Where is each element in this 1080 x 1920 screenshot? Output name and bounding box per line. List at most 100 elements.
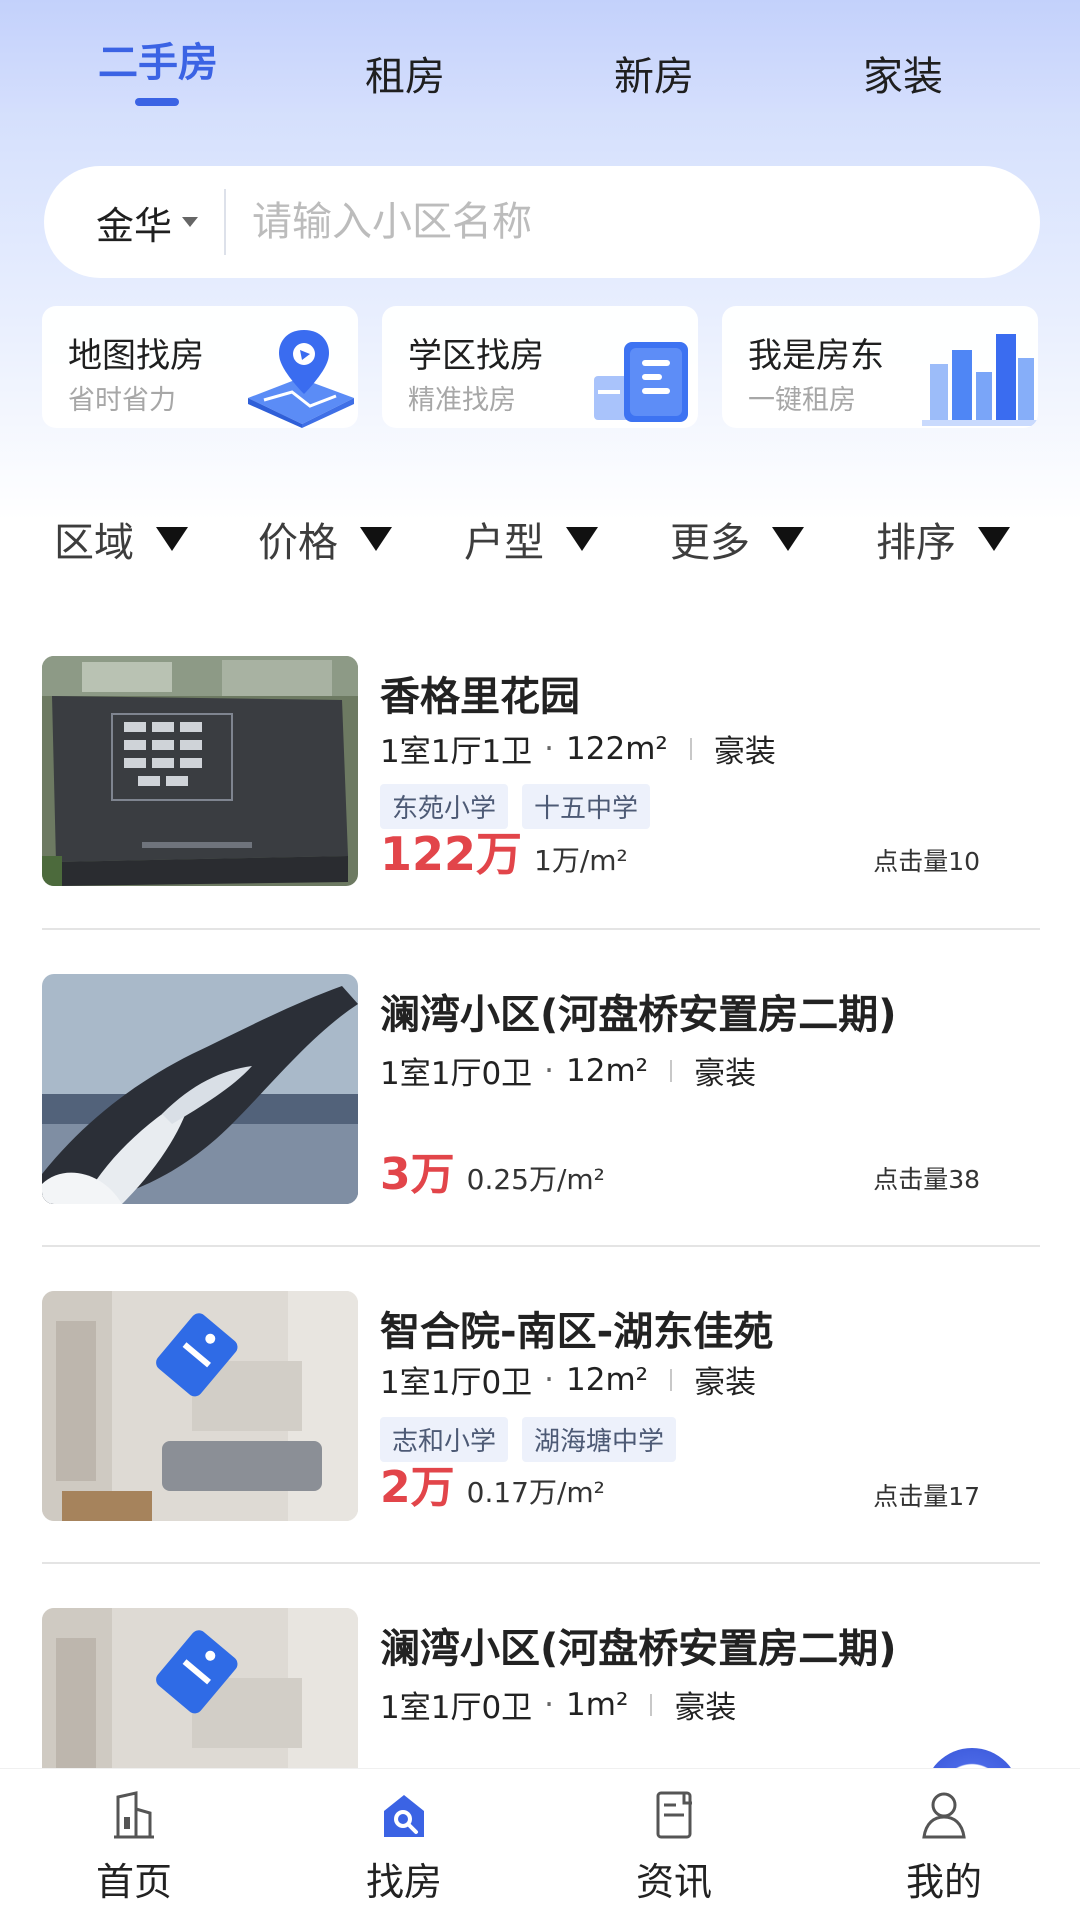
total-price: 2万 — [380, 1462, 455, 1513]
tab-rent[interactable]: 租房 — [305, 44, 505, 102]
filter-label: 区域 — [54, 520, 134, 566]
area: 12m² — [566, 1361, 649, 1398]
triangle-down-icon — [566, 527, 598, 551]
filter-label: 价格 — [258, 520, 338, 566]
listing-card[interactable]: 香格里花园 1室1厅1卫 · 122m² 豪装 东苑小学 十五中学 122万 1… — [42, 656, 1040, 886]
area: 12m² — [566, 1052, 649, 1089]
area: 122m² — [566, 730, 668, 767]
separator-dot: · — [544, 1686, 555, 1723]
listing-meta: 1室1厅0卫 · 1m² 豪装 — [380, 1682, 736, 1727]
separator-bar — [670, 1368, 673, 1391]
listing-card[interactable]: 澜湾小区(河盘桥安置房二期) 1室1厅0卫 · 1m² 豪装 — [42, 1608, 1040, 1768]
listing-meta: 1室1厅1卫 · 122m² 豪装 — [380, 726, 776, 771]
filter-label: 更多 — [670, 520, 750, 566]
unit-price: 1万/m² — [534, 844, 628, 877]
nav-news[interactable]: 资讯 — [594, 1787, 754, 1906]
filter-price[interactable]: 价格 — [258, 510, 392, 568]
card-subtitle: 精准找房 — [408, 385, 516, 416]
card-subtitle: 省时省力 — [68, 385, 176, 416]
nav-home[interactable]: 首页 — [54, 1787, 214, 1906]
decoration: 豪装 — [694, 1365, 757, 1401]
category-tabs: 二手房 租房 新房 家装 — [0, 0, 1080, 110]
active-tab-indicator — [135, 98, 179, 106]
area: 1m² — [566, 1686, 629, 1723]
click-count: 点击量17 — [873, 1482, 980, 1511]
price-row: 122万 1万/m² — [380, 818, 628, 884]
click-count: 点击量10 — [873, 847, 980, 876]
school-building-icon — [594, 342, 688, 422]
card-title: 我是房东 — [748, 336, 884, 376]
filter-sort[interactable]: 排序 — [876, 510, 1010, 568]
building-model-photo — [42, 656, 358, 886]
separator-bar — [670, 1059, 673, 1082]
blurred-room-photo — [42, 1608, 358, 1768]
nav-label: 找房 — [365, 1860, 442, 1904]
total-price: 122万 — [380, 827, 523, 881]
blurred-room-photo — [42, 1291, 358, 1521]
nav-label: 我的 — [905, 1860, 982, 1904]
listing-card[interactable]: 智合院-南区-湖东佳苑 1室1厅0卫 · 12m² 豪装 志和小学 湖海塘中学 … — [42, 1291, 1040, 1521]
unit-price: 0.17万/m² — [466, 1476, 605, 1509]
nav-label: 资讯 — [635, 1860, 712, 1904]
house-search-icon — [384, 1795, 424, 1837]
decoration: 豪装 — [674, 1690, 737, 1726]
whale-photo — [42, 974, 358, 1204]
triangle-down-icon — [156, 527, 188, 551]
triangle-down-icon — [360, 527, 392, 551]
caret-down-icon[interactable] — [182, 217, 199, 227]
bottom-navigation: 首页 找房 资讯 我的 — [0, 1768, 1080, 1920]
tab-second-hand[interactable]: 二手房 — [58, 30, 258, 88]
school-district-card[interactable]: 学区找房 精准找房 — [382, 306, 698, 428]
total-price: 3万 — [380, 1149, 455, 1200]
user-icon — [922, 1792, 966, 1839]
search-bar: 金华 — [44, 166, 1040, 278]
city-buildings-icon — [922, 334, 1038, 426]
separator-dot: · — [544, 730, 555, 767]
nav-label: 首页 — [95, 1860, 172, 1904]
room-layout: 1室1厅0卫 — [380, 1690, 533, 1726]
listing-meta: 1室1厅0卫 · 12m² 豪装 — [380, 1048, 756, 1093]
filter-more[interactable]: 更多 — [670, 510, 804, 568]
room-layout: 1室1厅0卫 — [380, 1365, 533, 1401]
map-location-icon — [248, 330, 354, 428]
triangle-down-icon — [772, 527, 804, 551]
filter-region[interactable]: 区域 — [54, 510, 188, 568]
listing-title: 澜湾小区(河盘桥安置房二期) — [380, 1626, 897, 1672]
card-title: 学区找房 — [408, 336, 544, 376]
click-count: 点击量38 — [873, 1165, 980, 1194]
divider — [42, 1562, 1040, 1564]
triangle-down-icon — [978, 527, 1010, 551]
filter-layout[interactable]: 户型 — [464, 510, 598, 568]
card-title: 地图找房 — [68, 336, 204, 376]
price-row: 3万 0.25万/m² — [380, 1138, 605, 1202]
separator-dot: · — [544, 1052, 555, 1089]
map-search-card[interactable]: 地图找房 省时省力 — [42, 306, 358, 428]
city-selector[interactable]: 金华 — [96, 195, 172, 250]
filter-label: 排序 — [876, 520, 956, 566]
filter-label: 户型 — [464, 520, 544, 566]
listing-title: 智合院-南区-湖东佳苑 — [380, 1309, 774, 1355]
listing-card[interactable]: 澜湾小区(河盘桥安置房二期) 1室1厅0卫 · 12m² 豪装 3万 0.25万… — [42, 974, 1040, 1204]
separator-bar — [650, 1693, 653, 1716]
landlord-card[interactable]: 我是房东 一键租房 — [722, 306, 1038, 428]
tab-decoration[interactable]: 家装 — [803, 44, 1003, 102]
separator-bar — [689, 737, 692, 760]
search-input[interactable] — [252, 199, 853, 245]
tab-new-home[interactable]: 新房 — [554, 44, 754, 102]
decoration: 豪装 — [694, 1056, 757, 1092]
listing-meta: 1室1厅0卫 · 12m² 豪装 — [380, 1357, 756, 1402]
nav-profile[interactable]: 我的 — [864, 1787, 1024, 1906]
room-layout: 1室1厅0卫 — [380, 1056, 533, 1092]
divider — [42, 928, 1040, 930]
unit-price: 0.25万/m² — [466, 1163, 605, 1196]
listing-title: 澜湾小区(河盘桥安置房二期) — [380, 992, 897, 1038]
search-divider — [224, 189, 227, 255]
filter-bar: 区域 价格 户型 更多 排序 — [0, 510, 1080, 570]
news-icon — [656, 1791, 692, 1839]
decoration: 豪装 — [713, 734, 776, 770]
price-row: 2万 0.17万/m² — [380, 1451, 605, 1515]
room-layout: 1室1厅1卫 — [380, 734, 533, 770]
separator-dot: · — [544, 1361, 555, 1398]
nav-find-house[interactable]: 找房 — [324, 1787, 484, 1906]
listing-title: 香格里花园 — [380, 674, 580, 720]
